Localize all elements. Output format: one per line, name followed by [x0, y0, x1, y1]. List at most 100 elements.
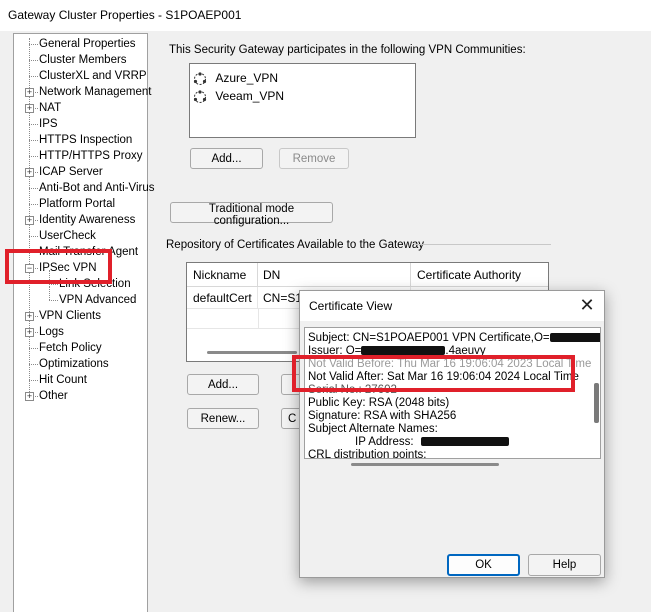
tree-connector [29, 236, 38, 237]
column-header[interactable]: Nickname [187, 263, 258, 287]
expand-icon[interactable]: + [25, 168, 34, 177]
cert-ip-label: IP Address: [355, 436, 414, 448]
tree-connector [29, 380, 38, 381]
tree-item-label: HTTP/HTTPS Proxy [39, 150, 143, 162]
tree-item-clusterxl-and-vrrp[interactable]: ClusterXL and VRRP [38, 68, 148, 84]
tree-item-usercheck[interactable]: UserCheck [38, 228, 97, 244]
certificate-details[interactable]: Subject: CN=S1POAEP001 VPN Certificate,O… [304, 327, 601, 459]
certificate-view-dialog: Certificate View ✕ Subject: CN=S1POAEP00… [299, 290, 605, 578]
repository-label: Repository of Certificates Available to … [166, 239, 425, 251]
column-header[interactable]: Certificate Authority [411, 263, 548, 287]
tree-item-label: IPS [39, 118, 58, 130]
tree-item-link-selection[interactable]: Link Selection [58, 276, 132, 292]
renew-certificate-button[interactable]: Renew... [187, 408, 259, 429]
tree-connector [29, 140, 38, 141]
tree-item-fetch-policy[interactable]: Fetch Policy [38, 340, 103, 356]
tree-item-hit-count[interactable]: Hit Count [38, 372, 88, 388]
tree-item-label: General Properties [39, 38, 136, 50]
cell-nickname: defaultCert [187, 287, 258, 309]
tree-item-http-https-proxy[interactable]: HTTP/HTTPS Proxy [38, 148, 144, 164]
tree-item-ipsec-vpn[interactable]: IPSec VPN [38, 260, 98, 276]
expand-icon[interactable]: + [25, 88, 34, 97]
tree-connector [29, 60, 38, 61]
dialog-title: Certificate View [300, 291, 604, 321]
tree-item-label: Platform Portal [39, 198, 116, 210]
table-header: Nickname DN Certificate Authority [187, 263, 548, 287]
expand-icon[interactable]: + [25, 104, 34, 113]
horizontal-scrollbar[interactable] [351, 463, 499, 466]
remove-community-button[interactable]: Remove [279, 148, 349, 169]
tree-item-label: Anti-Bot and Anti-Virus [39, 182, 155, 194]
tree-connector [29, 204, 38, 205]
cert-public-key: Public Key: RSA (2048 bits) [308, 397, 450, 409]
cert-san-label: Subject Alternate Names: [308, 423, 438, 435]
tree-item-label: NAT [39, 102, 62, 114]
expand-icon[interactable]: + [25, 328, 34, 337]
tree-connector [49, 286, 50, 300]
tree-item-label: IPSec VPN [39, 262, 97, 274]
tree-item-label: UserCheck [39, 230, 96, 242]
tree-item-label: VPN Clients [39, 310, 101, 322]
add-community-button[interactable]: Add... [190, 148, 263, 169]
traditional-mode-button[interactable]: Traditional mode configuration... [170, 202, 333, 227]
tree-item-label: Link Selection [59, 278, 131, 290]
tree-item-platform-portal[interactable]: Platform Portal [38, 196, 116, 212]
cert-not-valid-after: Not Valid After: Sat Mar 16 19:06:04 202… [308, 371, 579, 383]
tree-item-other[interactable]: Other [38, 388, 69, 404]
tree-item-network-management[interactable]: Network Management [38, 84, 153, 100]
collapse-icon[interactable]: − [25, 264, 34, 273]
add-certificate-button[interactable]: Add... [187, 374, 259, 395]
community-name: Azure_VPN [215, 71, 279, 85]
cert-signature: Signature: RSA with SHA256 [308, 410, 457, 422]
tree-item-https-inspection[interactable]: HTTPS Inspection [38, 132, 133, 148]
list-item[interactable]: Azure_VPN [192, 69, 278, 87]
vpn-communities-label: This Security Gateway participates in th… [169, 44, 526, 56]
tree-item-ips[interactable]: IPS [38, 116, 59, 132]
tree-item-cluster-members[interactable]: Cluster Members [38, 52, 128, 68]
expand-icon[interactable]: + [25, 312, 34, 321]
cert-issuer-suffix: .4aeuvy [445, 345, 486, 357]
tree-item-optimizations[interactable]: Optimizations [38, 356, 110, 372]
tree-connector [29, 252, 38, 253]
properties-tree: General Properties Cluster Members Cluster… [13, 33, 155, 612]
tree-item-label: Network Management [39, 86, 152, 98]
tree-connector [29, 364, 38, 365]
list-item[interactable]: Veeam_VPN [192, 87, 284, 105]
tree-item-label: Mail Transfer Agent [39, 246, 139, 258]
tree-item-label: ICAP Server [39, 166, 103, 178]
vpn-communities-list[interactable]: Azure_VPN Veeam_VPN [189, 63, 416, 138]
community-name: Veeam_VPN [215, 89, 285, 103]
cert-serial: Serial No.: 27602 [308, 384, 397, 396]
cert-crl: CRL distribution points: [308, 449, 427, 459]
expand-icon[interactable]: + [25, 392, 34, 401]
expand-icon[interactable]: + [25, 216, 34, 225]
tree-item-anti-bot-and-anti-virus[interactable]: Anti-Bot and Anti-Virus [38, 180, 156, 196]
tree-item-icap-server[interactable]: ICAP Server [38, 164, 104, 180]
tree-item-vpn-clients[interactable]: VPN Clients [38, 308, 102, 324]
column-header[interactable]: DN [258, 263, 411, 287]
horizontal-scrollbar[interactable] [207, 351, 297, 354]
tree-connector [49, 300, 58, 301]
tree-item-label: Fetch Policy [39, 342, 102, 354]
tree-connector [29, 348, 38, 349]
tree-item-label: ClusterXL and VRRP [39, 70, 147, 82]
cert-issuer: Issuer: O= [308, 345, 362, 357]
tree-item-general-properties[interactable]: General Properties [38, 36, 137, 52]
tree-item-nat[interactable]: NAT [38, 100, 62, 116]
tree-item-label: Hit Count [39, 374, 87, 386]
cert-subject: Subject: CN=S1POAEP001 VPN Certificate,O… [308, 332, 550, 344]
tree-item-logs[interactable]: Logs [38, 324, 65, 340]
vertical-scrollbar[interactable] [594, 383, 599, 423]
close-icon[interactable]: ✕ [576, 295, 598, 317]
vpn-community-icon [192, 71, 208, 87]
tree-item-label: Cluster Members [39, 54, 127, 66]
tree-connector [29, 188, 38, 189]
tree-item-label: Identity Awareness [39, 214, 136, 226]
group-divider [414, 244, 551, 245]
tree-connector [29, 44, 38, 45]
tree-item-mail-transfer-agent[interactable]: Mail Transfer Agent [38, 244, 139, 260]
help-button[interactable]: Help [528, 554, 601, 576]
tree-item-identity-awareness[interactable]: Identity Awareness [38, 212, 136, 228]
tree-item-vpn-advanced[interactable]: VPN Advanced [58, 292, 137, 308]
ok-button[interactable]: OK [447, 554, 520, 576]
